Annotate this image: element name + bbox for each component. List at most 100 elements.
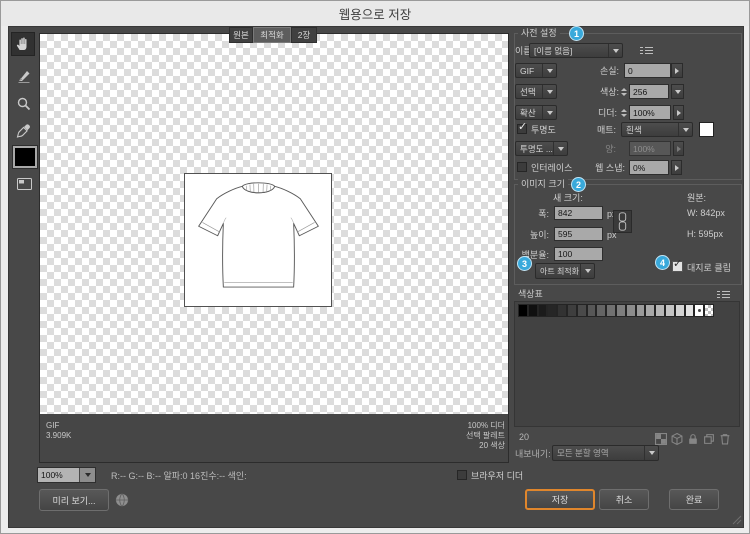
height-input[interactable]: 595: [554, 227, 603, 241]
done-button-label: 완료: [685, 495, 703, 505]
save-button-label: 저장: [551, 495, 569, 505]
interlaced-label: 인터레이스: [531, 163, 573, 173]
height-label: 높이:: [529, 230, 549, 240]
matte-dropdown[interactable]: 흰색: [621, 122, 693, 137]
dither-stepper[interactable]: [619, 105, 628, 120]
colors-dropdown-button[interactable]: [671, 84, 684, 99]
format-dropdown[interactable]: GIF: [515, 63, 557, 78]
new-color-icon[interactable]: [703, 433, 715, 445]
preview-dither-info: 100% 디더: [467, 421, 505, 430]
lossy-input[interactable]: 0: [624, 63, 671, 78]
image-size-group-label: 이미지 크기: [518, 178, 568, 190]
export-dropdown[interactable]: 모든 분할 영역: [552, 445, 659, 461]
eyedropper-icon: [16, 124, 30, 138]
color-swatch[interactable]: [518, 304, 528, 317]
web-snap-input[interactable]: 0%: [629, 160, 669, 175]
color-table-menu-icon[interactable]: [717, 290, 730, 300]
chevron-down-icon: [608, 44, 622, 57]
preview-in-browser-button[interactable]: 미리 보기...: [39, 489, 109, 511]
export-label: 내보내기:: [515, 449, 551, 459]
color-swatch[interactable]: [586, 304, 597, 317]
color-swatch[interactable]: [527, 304, 538, 317]
chevron-down-icon: [542, 106, 556, 119]
slices-visibility-icon: [16, 178, 32, 190]
dither-input[interactable]: 100%: [629, 105, 671, 120]
web-shift-cube-icon[interactable]: [671, 433, 683, 445]
artboard-image[interactable]: [184, 173, 332, 307]
lock-color-icon[interactable]: [687, 433, 699, 445]
color-swatch[interactable]: [694, 304, 705, 317]
color-swatch[interactable]: [557, 304, 567, 317]
eyedropper-tool-button[interactable]: [12, 119, 36, 143]
color-table-area[interactable]: [514, 301, 740, 427]
color-swatch[interactable]: [684, 304, 695, 317]
tab-optimized[interactable]: 최적화: [253, 27, 291, 43]
transparency-checkbox[interactable]: [517, 120, 527, 134]
cancel-button[interactable]: 취소: [599, 489, 649, 510]
colors-stepper[interactable]: [619, 84, 628, 99]
lossy-slider-button[interactable]: [671, 63, 683, 78]
color-swatch[interactable]: [635, 304, 646, 317]
width-input[interactable]: 842: [554, 206, 603, 220]
map-transparency-icon[interactable]: [655, 433, 667, 445]
color-count: 20: [519, 432, 530, 442]
matte-value: 흰색: [626, 124, 642, 135]
toggle-slices-visibility-button[interactable]: [12, 174, 36, 194]
quality-dropdown[interactable]: 아트 최적화: [535, 263, 595, 279]
resize-grip[interactable]: [732, 515, 742, 525]
foreground-color-swatch[interactable]: [12, 145, 38, 169]
color-swatch[interactable]: [665, 304, 675, 317]
save-for-web-window: 웹용으로 저장 원본 최적화 2장 GIF 3.909K 100% 디더 선택 …: [0, 0, 750, 534]
transparency-dither-dropdown[interactable]: 투명도 ...: [515, 141, 568, 156]
palette-dropdown[interactable]: 선택: [515, 84, 557, 99]
amount-label: 양:: [605, 144, 616, 154]
dither-method-value: 확산: [520, 107, 536, 118]
trash-icon[interactable]: [719, 433, 731, 445]
tab-2up[interactable]: 2장: [291, 27, 317, 43]
preset-menu-icon[interactable]: [640, 46, 653, 56]
window-title: 웹용으로 저장: [338, 8, 412, 22]
color-swatch[interactable]: [655, 304, 665, 317]
preview-format-label: GIF: [46, 421, 60, 430]
color-swatch[interactable]: [537, 304, 548, 317]
color-swatch[interactable]: [625, 304, 636, 317]
color-swatch[interactable]: [547, 304, 558, 317]
matte-color-swatch[interactable]: [699, 122, 714, 137]
color-swatch[interactable]: [596, 304, 607, 317]
done-button[interactable]: 완료: [669, 489, 719, 510]
new-size-label: 새 크기:: [553, 193, 583, 203]
save-button[interactable]: 저장: [525, 489, 595, 510]
zoom-tool-button[interactable]: [12, 92, 36, 116]
percent-input[interactable]: 100: [554, 247, 603, 261]
color-swatch[interactable]: [645, 304, 656, 317]
color-swatch[interactable]: [606, 304, 616, 317]
browser-dither-label: 브라우저 디더: [471, 471, 524, 481]
zoom-level-dropdown[interactable]: 100%: [37, 467, 96, 483]
color-readout: R:-- G:-- B:-- 알파:0 16진수:-- 색인:: [111, 471, 247, 481]
tab-original[interactable]: 원본: [229, 27, 253, 43]
browser-dither-checkbox[interactable]: [457, 470, 467, 480]
export-value: 모든 분할 영역: [557, 448, 609, 458]
width-label: 폭:: [538, 209, 549, 219]
chain-link-icon: [618, 212, 627, 231]
web-snap-slider-button[interactable]: [671, 160, 682, 175]
title-bar: 웹용으로 저장: [1, 1, 749, 26]
dither-method-dropdown[interactable]: 확산: [515, 105, 557, 120]
color-swatch[interactable]: [567, 304, 577, 317]
clip-to-artboard-checkbox[interactable]: [672, 257, 683, 272]
slice-select-tool-button[interactable]: [12, 64, 36, 88]
color-swatch[interactable]: [616, 304, 626, 317]
color-swatch[interactable]: [704, 304, 714, 317]
preset-name-dropdown[interactable]: [이름 없음]: [529, 43, 623, 58]
palette-value: 선택: [520, 86, 536, 97]
hand-tool-button[interactable]: [11, 32, 35, 56]
colors-input[interactable]: 256: [629, 84, 669, 99]
color-swatch[interactable]: [576, 304, 587, 317]
color-swatch[interactable]: [674, 304, 685, 317]
interlaced-checkbox[interactable]: [517, 162, 527, 172]
hand-icon: [16, 37, 27, 50]
dither-slider-button[interactable]: [673, 105, 684, 120]
original-height: H: 595px: [687, 229, 724, 239]
chevron-down-icon: [553, 142, 567, 155]
browser-globe-icon[interactable]: [114, 492, 130, 508]
